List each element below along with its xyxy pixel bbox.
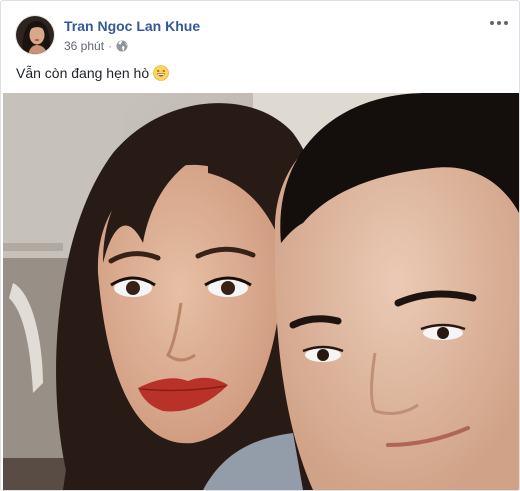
avatar-image (16, 16, 54, 54)
author-name-link[interactable]: Tran Ngoc Lan Khue (64, 18, 200, 34)
couple-selfie-image (3, 93, 519, 490)
meta-separator: · (108, 39, 113, 53)
globe-icon[interactable] (116, 40, 128, 52)
post-photo[interactable] (3, 93, 519, 490)
post-text: Vẫn còn đang hẹn hò (16, 65, 150, 81)
more-options-dot (497, 21, 501, 25)
more-options-dot (504, 21, 508, 25)
author-avatar[interactable] (15, 15, 55, 55)
post-message: Vẫn còn đang hẹn hò (16, 65, 169, 81)
grinning-face-emoji-icon (153, 65, 169, 81)
more-options-icon (490, 21, 494, 25)
facebook-post: Tran Ngoc Lan Khue 36 phút · Vẫn còn đan… (0, 0, 520, 491)
post-meta: 36 phút · (64, 39, 128, 53)
post-header: Tran Ngoc Lan Khue 36 phút · (1, 1, 519, 61)
post-timestamp[interactable]: 36 phút (64, 39, 104, 53)
more-options-button[interactable] (487, 13, 511, 33)
